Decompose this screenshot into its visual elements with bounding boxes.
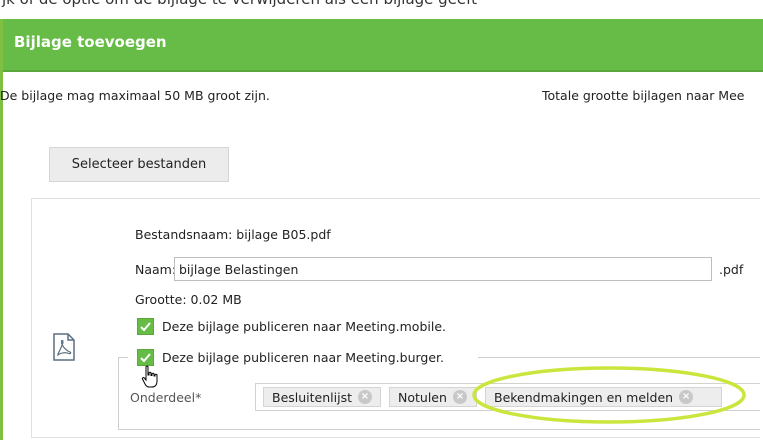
pdf-file-icon [53,333,75,361]
filename-text: Bestandsnaam: bijlage B05.pdf [135,227,331,242]
tag-besluitenlijst[interactable]: Besluitenlijst × [263,387,381,407]
tag-notulen[interactable]: Notulen × [389,387,477,407]
tag-label: Besluitenlijst [272,389,352,405]
fieldset-border [118,429,760,430]
size-limit-text: De bijlage mag maximaal 50 MB groot zijn… [0,88,270,103]
onderdeel-label: Onderdeel* [130,390,202,405]
hand-cursor-icon [141,365,158,388]
fieldset-border [478,357,760,358]
name-label: Naam: [135,262,177,277]
name-input[interactable] [174,257,712,281]
background-page-text: jk of de optie om de bijlage te verwijde… [2,0,477,8]
background-page-strip: jk of de optie om de bijlage te verwijde… [0,0,763,20]
remove-tag-icon[interactable]: × [358,390,372,404]
publish-mobile-checkbox[interactable] [137,318,154,335]
dialog-header: Bijlage toevoegen [3,19,763,72]
remove-tag-icon[interactable]: × [452,390,467,404]
dialog-title: Bijlage toevoegen [14,33,167,51]
publish-burger-label[interactable]: Deze bijlage publiceren naar Meeting.bur… [162,350,444,365]
select-files-button[interactable]: Selecteer bestanden [49,147,229,182]
highlight-annotation [472,366,746,424]
total-size-text: Totale grootte bijlagen naar Mee [542,88,745,103]
publish-burger-checkbox[interactable] [137,349,154,366]
file-size-text: Grootte: 0.02 MB [135,292,242,307]
checkmark-icon [140,353,151,363]
file-extension: .pdf [719,262,744,277]
tag-label: Notulen [398,389,447,405]
fieldset-border [118,357,128,358]
fieldset-border [118,357,119,429]
publish-mobile-label[interactable]: Deze bijlage publiceren naar Meeting.mob… [162,319,446,334]
checkmark-icon [140,322,151,332]
